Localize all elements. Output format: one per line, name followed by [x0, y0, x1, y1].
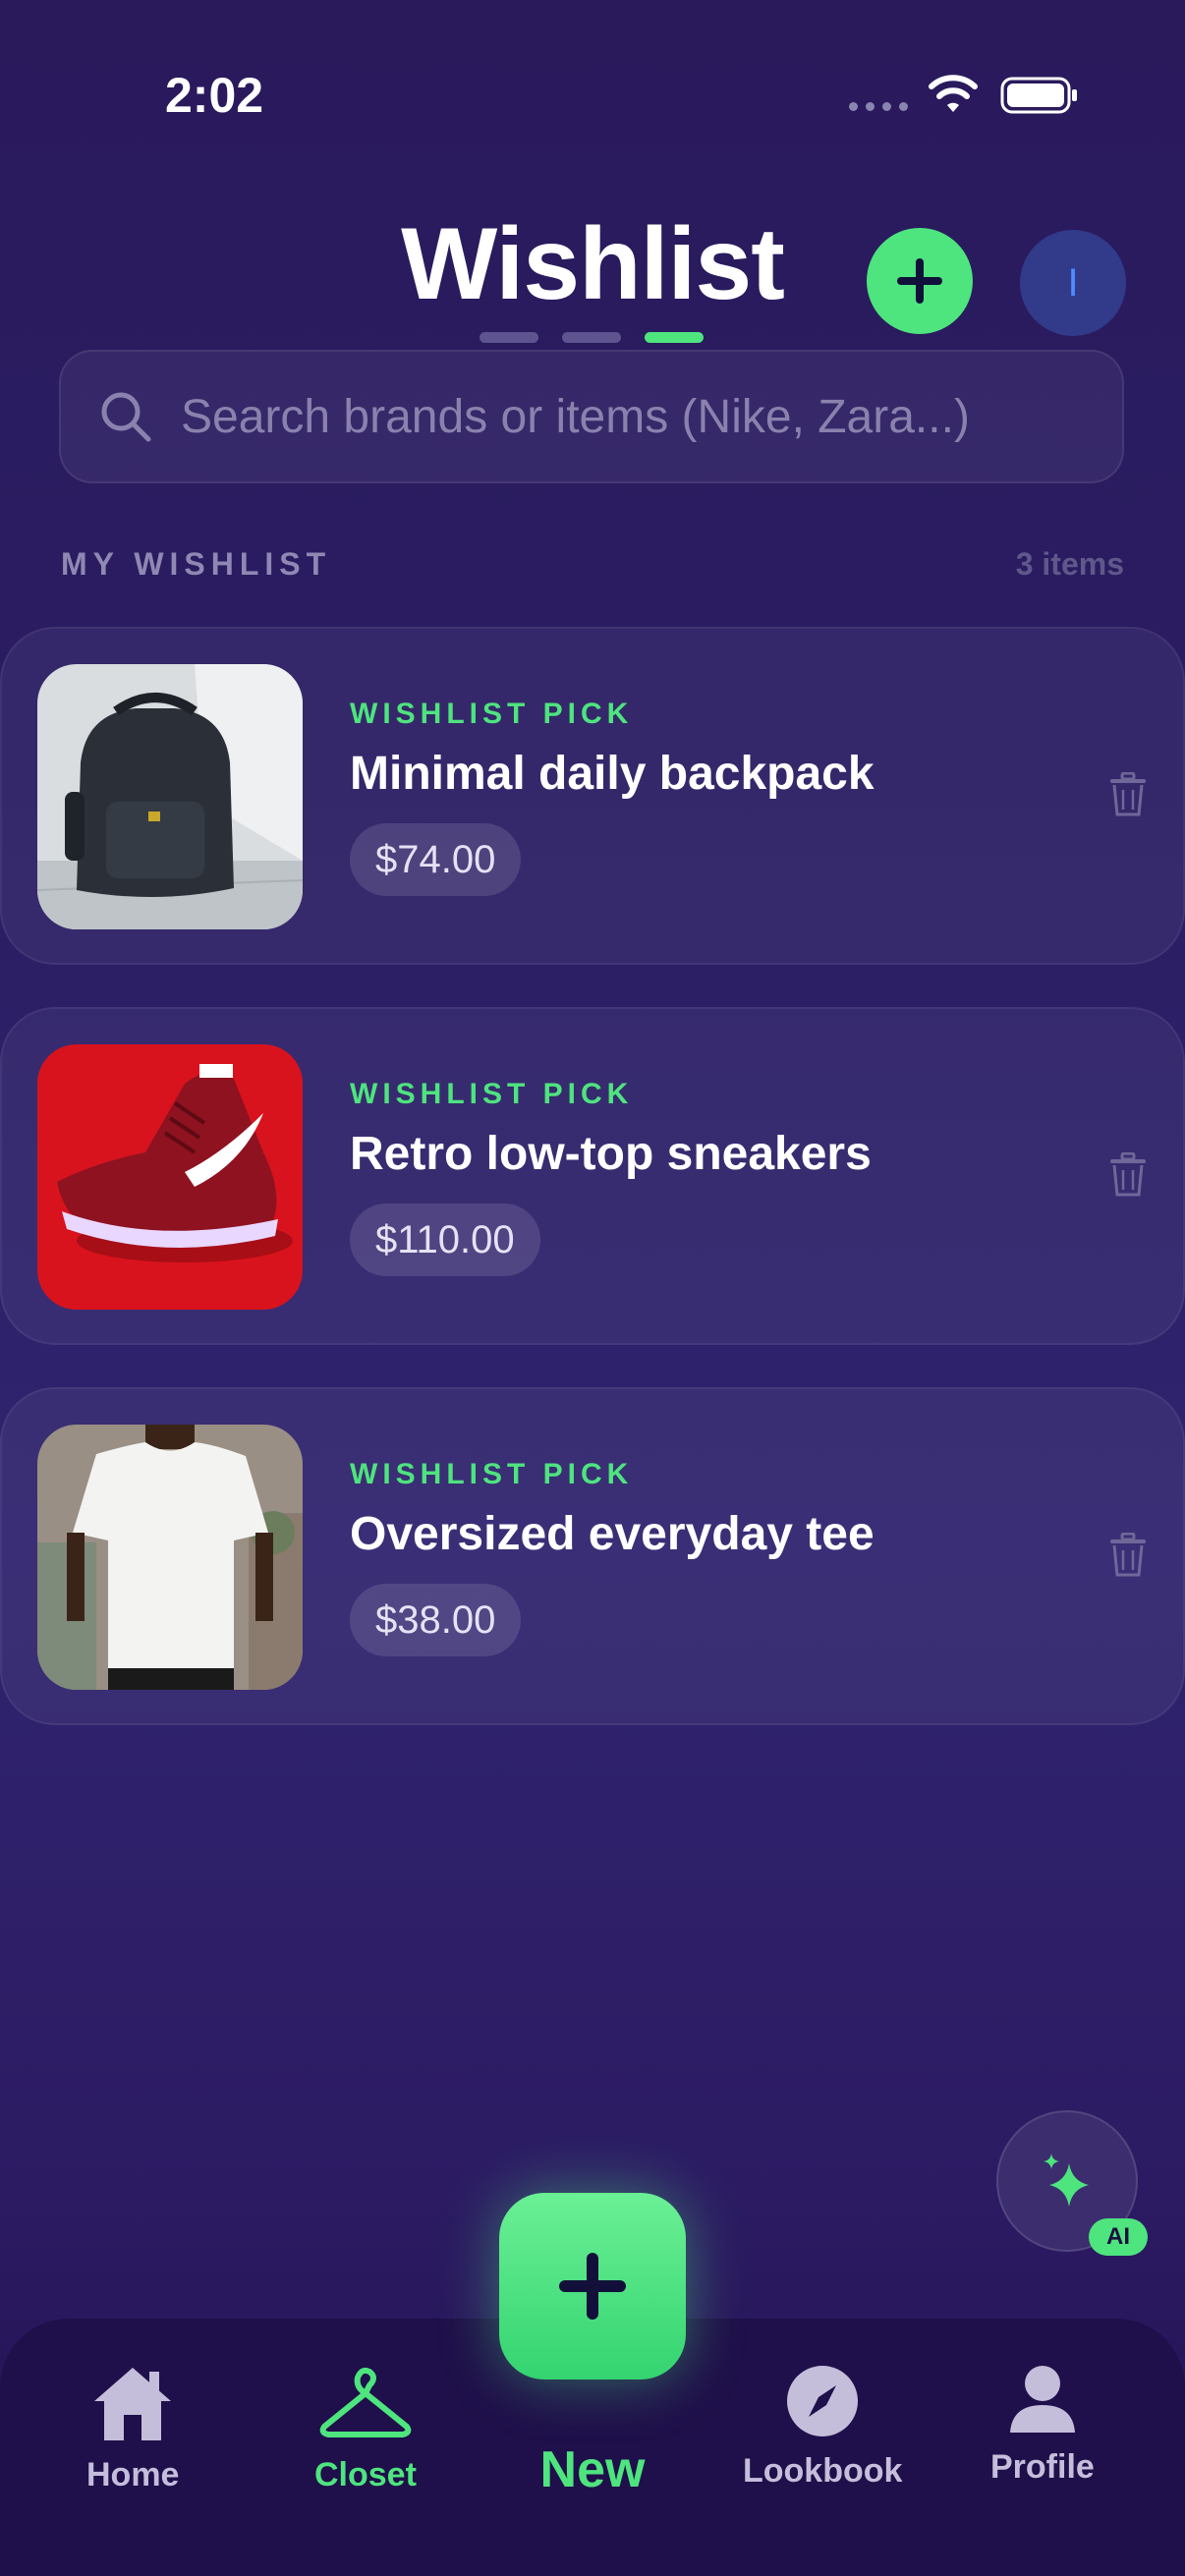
- nav-closet[interactable]: Closet: [314, 2364, 417, 2494]
- item-thumbnail-tee[interactable]: [37, 1425, 303, 1690]
- plus-icon: [897, 258, 942, 304]
- home-icon: [94, 2368, 172, 2440]
- item-count: 3 items: [1015, 546, 1124, 582]
- item-price: $38.00: [350, 1584, 522, 1656]
- wishlist-item[interactable]: WISHLIST PICK Retro low-top sneakers $11…: [0, 1007, 1185, 1345]
- plus-icon: [559, 2253, 626, 2320]
- sparkles-icon: [1044, 2154, 1089, 2207]
- wifi-icon: [929, 75, 978, 112]
- wishlist-item[interactable]: WISHLIST PICK Oversized everyday tee $38…: [0, 1387, 1185, 1725]
- trash-icon[interactable]: [1108, 1533, 1148, 1578]
- new-item-button[interactable]: [499, 2193, 686, 2380]
- trash-icon[interactable]: [1108, 772, 1148, 817]
- battery-icon: [1000, 77, 1077, 114]
- nav-profile-label: Profile: [990, 2448, 1095, 2486]
- item-thumbnail-backpack[interactable]: [37, 664, 303, 929]
- wishlist-item[interactable]: WISHLIST PICK Minimal daily backpack $74…: [0, 627, 1185, 965]
- item-name[interactable]: Minimal daily backpack: [350, 747, 875, 801]
- section-label: MY WISHLIST: [61, 546, 332, 582]
- search-bar[interactable]: [59, 350, 1124, 483]
- item-name[interactable]: Oversized everyday tee: [350, 1507, 875, 1561]
- avatar[interactable]: I: [1020, 230, 1126, 336]
- page-dot[interactable]: [480, 332, 538, 343]
- item-price: $74.00: [350, 823, 522, 896]
- add-wishlist-item-button[interactable]: [867, 228, 973, 334]
- hanger-icon: [319, 2367, 412, 2437]
- page-dot[interactable]: [562, 332, 621, 343]
- ai-badge: AI: [1089, 2218, 1148, 2256]
- item-price: $110.00: [350, 1204, 540, 1276]
- status-time: 2:02: [165, 68, 264, 123]
- cellular-signal-icon: [849, 102, 908, 111]
- nav-home-label: Home: [86, 2456, 180, 2493]
- item-thumbnail-sneaker[interactable]: [37, 1044, 303, 1310]
- item-tag: WISHLIST PICK: [350, 1458, 634, 1490]
- trash-icon[interactable]: [1108, 1152, 1148, 1198]
- page-indicator[interactable]: [480, 332, 704, 343]
- page-dot-active[interactable]: [645, 332, 704, 343]
- nav-lookbook-label: Lookbook: [743, 2452, 903, 2490]
- nav-new-label[interactable]: New: [494, 2440, 691, 2499]
- item-name[interactable]: Retro low-top sneakers: [350, 1127, 872, 1181]
- page-title: Wishlist: [401, 207, 785, 321]
- nav-closet-label: Closet: [314, 2456, 417, 2493]
- nav-lookbook[interactable]: Lookbook: [743, 2364, 902, 2491]
- nav-home[interactable]: Home: [86, 2364, 179, 2494]
- item-tag: WISHLIST PICK: [350, 698, 634, 730]
- nav-profile[interactable]: Profile: [990, 2364, 1095, 2487]
- item-tag: WISHLIST PICK: [350, 1078, 634, 1110]
- search-input[interactable]: [179, 388, 1067, 445]
- compass-icon: [787, 2366, 859, 2436]
- search-icon: [101, 392, 151, 442]
- person-icon: [1009, 2366, 1075, 2433]
